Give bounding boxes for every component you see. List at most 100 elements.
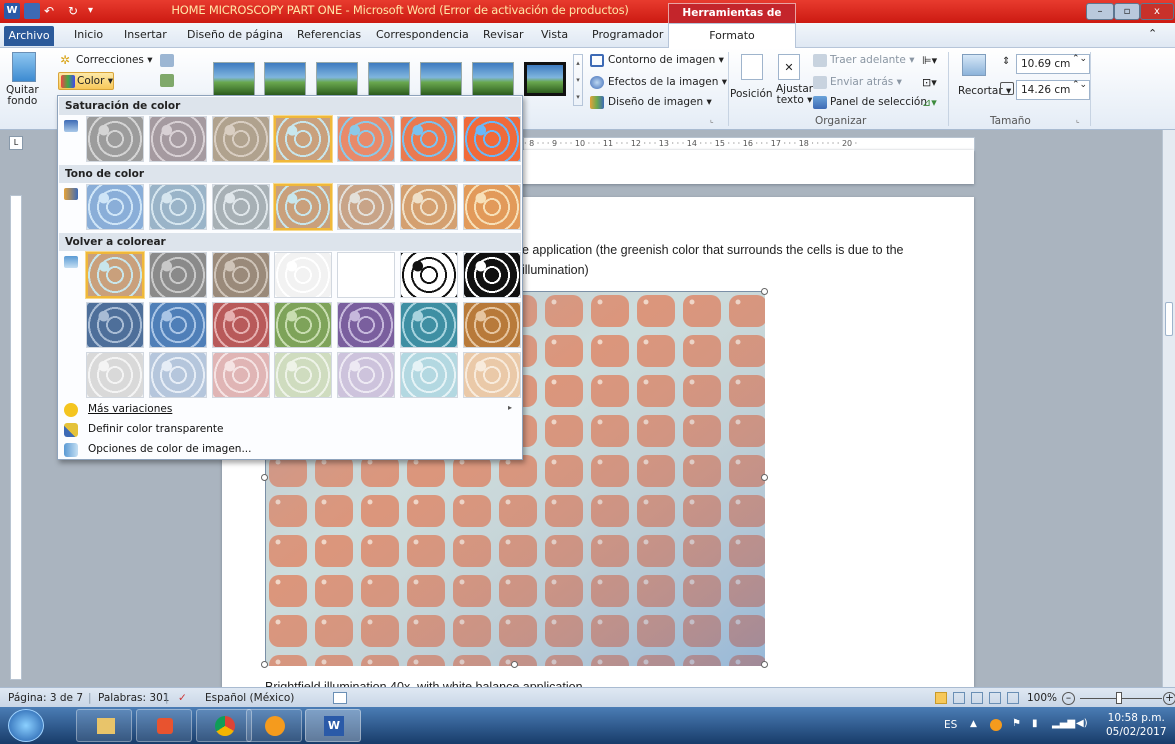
light-swatch-2[interactable] xyxy=(149,352,207,398)
resize-handle-br[interactable] xyxy=(761,661,768,668)
picture-style-3[interactable] xyxy=(316,62,358,96)
light-swatch-4[interactable] xyxy=(274,352,332,398)
tone-swatch-1[interactable] xyxy=(86,184,144,230)
align-icon[interactable]: ⊫▾ xyxy=(922,54,937,67)
proofing-icon[interactable]: ✓ xyxy=(178,692,187,704)
dark-swatch-7[interactable] xyxy=(463,302,521,348)
recolor-swatch-6[interactable] xyxy=(400,252,458,298)
minimize-button[interactable]: – xyxy=(1086,3,1114,20)
height-spinner[interactable]: ⌃⌄ xyxy=(1072,54,1087,64)
tab-programador[interactable]: Programador xyxy=(592,28,663,41)
corrections-button[interactable]: Correcciones ▾ xyxy=(76,54,153,66)
network-icon[interactable]: ▂▄▆ xyxy=(1052,718,1075,729)
web-layout-icon[interactable] xyxy=(971,692,983,704)
word-count[interactable]: Palabras: 301 xyxy=(98,692,169,704)
picture-style-1[interactable] xyxy=(213,62,255,96)
recolor-swatch-2[interactable] xyxy=(149,252,207,298)
recolor-swatch-5[interactable] xyxy=(337,252,395,298)
avast-tray-icon[interactable] xyxy=(990,719,1002,731)
language-indicator[interactable]: Español (México) xyxy=(205,692,294,704)
remove-background-button[interactable]: Quitar fondo xyxy=(6,85,39,107)
horizontal-ruler[interactable]: · 8 · · · 9 · · · 10 · · · 11 · · · 12 ·… xyxy=(523,137,975,151)
zoom-in-icon[interactable]: + xyxy=(1163,692,1175,705)
dark-swatch-6[interactable] xyxy=(400,302,458,348)
tab-file[interactable]: Archivo xyxy=(4,26,54,46)
light-swatch-7[interactable] xyxy=(463,352,521,398)
full-screen-icon[interactable] xyxy=(953,692,965,704)
more-variations-item[interactable]: Más variaciones xyxy=(88,403,172,415)
picture-style-5[interactable] xyxy=(420,62,462,96)
action-center-icon[interactable]: ⚑ xyxy=(1012,718,1021,729)
recolor-swatch-1[interactable] xyxy=(86,252,144,298)
zoom-slider-thumb[interactable] xyxy=(1116,692,1122,704)
tab-insertar[interactable]: Insertar xyxy=(124,28,167,41)
resize-handle-ml[interactable] xyxy=(261,474,268,481)
saturation-swatch-1[interactable] xyxy=(86,116,144,162)
power-icon[interactable]: ▮ xyxy=(1032,718,1038,729)
scrollbar-thumb[interactable] xyxy=(1165,302,1173,336)
volume-icon[interactable]: ◀) xyxy=(1076,718,1088,729)
picture-style-6[interactable] xyxy=(472,62,514,96)
minimize-ribbon-icon[interactable]: ⌃ xyxy=(1148,27,1157,40)
send-backward-button[interactable]: Enviar atrás ▾ xyxy=(830,76,902,88)
dark-swatch-1[interactable] xyxy=(86,302,144,348)
picture-color-options-item[interactable]: Opciones de color de imagen... xyxy=(88,443,251,455)
light-swatch-6[interactable] xyxy=(400,352,458,398)
dark-swatch-2[interactable] xyxy=(149,302,207,348)
rotate-icon[interactable]: ⊿▾ xyxy=(922,96,937,109)
tab-referencias[interactable]: Referencias xyxy=(297,28,361,41)
media-taskbar-button[interactable] xyxy=(136,709,192,742)
show-hidden-icons[interactable]: ▲ xyxy=(970,719,977,729)
resize-handle-mr[interactable] xyxy=(761,474,768,481)
input-language[interactable]: ES xyxy=(944,719,957,731)
explorer-taskbar-button[interactable] xyxy=(76,709,132,742)
size-dialog-launcher-icon[interactable]: ⌞ xyxy=(1076,115,1080,124)
tone-swatch-5[interactable] xyxy=(337,184,395,230)
picture-effects-button[interactable]: Efectos de la imagen ▾ xyxy=(608,76,727,88)
dark-swatch-5[interactable] xyxy=(337,302,395,348)
vertical-ruler[interactable] xyxy=(10,195,22,680)
set-transparent-color-item[interactable]: Definir color transparente xyxy=(88,423,223,435)
tab-formato[interactable]: Formato xyxy=(668,23,796,48)
start-button[interactable] xyxy=(8,709,44,742)
group-icon[interactable]: ⊡▾ xyxy=(922,76,937,89)
light-swatch-5[interactable] xyxy=(337,352,395,398)
close-button[interactable]: x xyxy=(1140,3,1174,20)
recolor-swatch-3[interactable] xyxy=(212,252,270,298)
recolor-swatch-7[interactable] xyxy=(463,252,521,298)
avast-taskbar-button[interactable] xyxy=(246,709,302,742)
tone-swatch-4[interactable] xyxy=(274,184,332,230)
picture-border-button[interactable]: Contorno de imagen ▾ xyxy=(608,54,724,66)
recolor-swatch-4[interactable] xyxy=(274,252,332,298)
restore-button[interactable]: ▫ xyxy=(1114,3,1140,20)
tone-swatch-2[interactable] xyxy=(149,184,207,230)
tab-inicio[interactable]: Inicio xyxy=(74,28,103,41)
light-swatch-1[interactable] xyxy=(86,352,144,398)
picture-style-4[interactable] xyxy=(368,62,410,96)
tone-swatch-6[interactable] xyxy=(400,184,458,230)
picture-style-7[interactable] xyxy=(524,62,566,96)
draft-icon[interactable] xyxy=(1007,692,1019,704)
outline-icon[interactable] xyxy=(989,692,1001,704)
page-count[interactable]: Página: 3 de 7 xyxy=(8,692,83,704)
selection-pane-button[interactable]: Panel de selección xyxy=(830,96,927,108)
styles-dialog-launcher-icon[interactable]: ⌞ xyxy=(710,115,714,124)
color-button[interactable]: Color ▾ xyxy=(58,72,114,90)
print-layout-icon[interactable] xyxy=(935,692,947,704)
wrap-text-button[interactable]: Ajustar texto ▾ xyxy=(776,84,813,106)
vertical-scrollbar[interactable] xyxy=(1162,130,1175,687)
saturation-swatch-2[interactable] xyxy=(149,116,207,162)
word-taskbar-button[interactable]: W xyxy=(305,709,361,742)
dark-swatch-4[interactable] xyxy=(274,302,332,348)
bring-forward-button[interactable]: Traer adelante ▾ xyxy=(830,54,915,66)
tone-swatch-7[interactable] xyxy=(463,184,521,230)
saturation-swatch-7[interactable] xyxy=(463,116,521,162)
zoom-out-icon[interactable]: – xyxy=(1062,692,1075,705)
light-swatch-3[interactable] xyxy=(212,352,270,398)
resize-handle-tr[interactable] xyxy=(761,288,768,295)
saturation-swatch-3[interactable] xyxy=(212,116,270,162)
clock[interactable]: 10:58 p.m. 05/02/2017 xyxy=(1106,711,1167,739)
tone-swatch-3[interactable] xyxy=(212,184,270,230)
picture-style-2[interactable] xyxy=(264,62,306,96)
tab-selector-icon[interactable]: L xyxy=(9,136,23,150)
